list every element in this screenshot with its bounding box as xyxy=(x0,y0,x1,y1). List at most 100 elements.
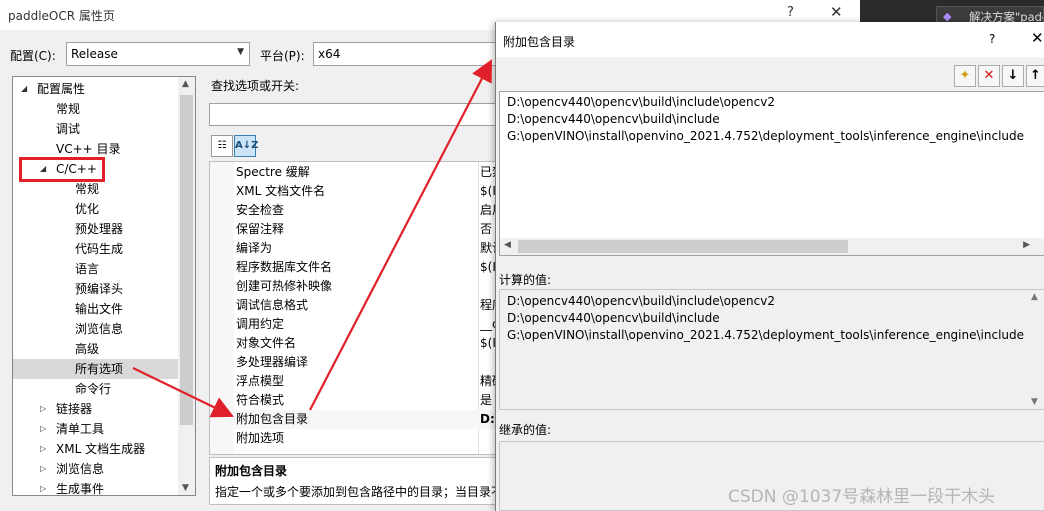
config-select[interactable]: Release ▼ xyxy=(66,42,250,66)
scroll-right-icon[interactable]: ▶ xyxy=(1023,240,1030,250)
tree-item[interactable]: 优化 xyxy=(13,199,179,219)
list-hscrollbar[interactable]: ◀ ▶ xyxy=(500,238,1044,255)
platform-select[interactable]: x64 xyxy=(313,42,503,66)
tree-item[interactable]: 预编译头 xyxy=(13,279,179,299)
scroll-up-icon[interactable]: ▲ xyxy=(182,79,189,89)
grid-row[interactable]: 附加选项 xyxy=(210,429,498,448)
tree-scrollbar[interactable]: ▲ ▼ xyxy=(178,77,195,495)
grid-row[interactable]: Spectre 缓解已禁 xyxy=(210,163,498,182)
sort-az-icon: A↓Z xyxy=(235,140,259,151)
grid-row[interactable]: 符合模式是 xyxy=(210,391,498,410)
list-item[interactable]: D:\opencv440\opencv\build\include xyxy=(507,111,720,128)
property-name: 多处理器编译 xyxy=(236,355,309,369)
tree-item[interactable]: 常规 xyxy=(13,179,179,199)
tree-item[interactable]: ▷ 清单工具 xyxy=(13,419,179,439)
property-grid[interactable]: Spectre 缓解已禁XML 文档文件名$(I安全检查启用保留注释否编译为默认… xyxy=(209,161,499,455)
grid-row[interactable]: 调用约定 __c xyxy=(210,315,498,334)
scroll-down-icon[interactable]: ▼ xyxy=(182,483,189,493)
collapsed-icon[interactable]: ▷ xyxy=(40,479,46,495)
tree-item[interactable]: 输出文件 xyxy=(13,299,179,319)
tree-item[interactable]: 常规 xyxy=(13,99,179,119)
tree-item[interactable]: 代码生成 xyxy=(13,239,179,259)
move-up-button[interactable]: ↑ xyxy=(1026,65,1044,87)
collapsed-icon[interactable]: ▷ xyxy=(40,419,46,439)
move-down-button[interactable]: ↓ xyxy=(1002,65,1024,87)
watermark: CSDN @1037号森林里一段干木头 xyxy=(728,487,996,507)
grid-row[interactable]: 程序数据库文件名 $(I xyxy=(210,258,498,277)
annotation-highlight-box xyxy=(19,157,105,182)
grid-row[interactable]: 多处理器编译 xyxy=(210,353,498,372)
tree-item[interactable]: ◢ 配置属性 xyxy=(13,79,179,99)
window-title: paddleOCR 属性页 xyxy=(8,9,115,23)
tree-item-label: 常规 xyxy=(56,102,81,116)
tree-item[interactable]: VC++ 目录 xyxy=(13,139,179,159)
grid-row[interactable]: 保留注释否 xyxy=(210,220,498,239)
tree-item-label: 清单工具 xyxy=(56,422,105,436)
search-label: 查找选项或开关: xyxy=(211,79,300,93)
scroll-thumb[interactable] xyxy=(180,95,193,425)
property-name: 符合模式 xyxy=(236,393,285,407)
alphabetical-sort-button[interactable]: A↓Z xyxy=(234,135,259,157)
platform-label: 平台(P): xyxy=(260,49,305,63)
expanded-icon[interactable]: ◢ xyxy=(21,79,27,99)
tree-item-label: 配置属性 xyxy=(37,82,86,96)
new-line-button[interactable]: ✦ xyxy=(954,65,976,87)
tree-item-label: 浏览信息 xyxy=(56,462,105,476)
tree-item[interactable]: ▷ 链接器 xyxy=(13,399,179,419)
grid-row[interactable]: 调试信息格式程序 xyxy=(210,296,498,315)
grid-row[interactable]: 创建可热修补映像 xyxy=(210,277,498,296)
computed-value: G:\openVINO\install\openvino_2021.4.752\… xyxy=(507,328,1025,342)
tree-item-label: 预编译头 xyxy=(75,282,124,296)
description-body: 指定一个或多个要添加到包含路径中的目录；当目录不 xyxy=(215,485,499,499)
dialog-title: 附加包含目录 xyxy=(503,35,576,49)
hscroll-thumb[interactable] xyxy=(518,240,848,253)
list-item[interactable]: D:\opencv440\opencv\build\include\opencv… xyxy=(507,94,775,111)
include-dirs-list[interactable]: D:\opencv440\opencv\build\include\opencv… xyxy=(499,91,1044,256)
include-dirs-dialog: 附加包含目录 ? ✕ ✦ ✕ ↓ ↑ D:\opencv440\opencv\b… xyxy=(495,22,1044,511)
tree-item-label: 命令行 xyxy=(75,382,112,396)
property-tree[interactable]: ▷ 生成事件 ▷ 浏览信息 ▷ XML 文档生成器 ▷ 清单工具 ▷ 链接器 命令行 所有选项 高级 浏览… xyxy=(12,76,196,496)
chevron-down-icon: ▼ xyxy=(237,47,244,57)
close-button[interactable]: ✕ xyxy=(830,3,843,21)
grid-row[interactable]: 编译为默认 xyxy=(210,239,498,258)
collapsed-icon[interactable]: ▷ xyxy=(40,439,46,459)
tree-item-label: 所有选项 xyxy=(75,362,124,376)
collapsed-icon[interactable]: ▷ xyxy=(40,399,46,419)
scroll-up-icon[interactable]: ▲ xyxy=(1031,292,1038,302)
help-button[interactable]: ? xyxy=(787,5,794,20)
tree-item[interactable]: 预处理器 xyxy=(13,219,179,239)
tree-item[interactable]: 语言 xyxy=(13,259,179,279)
categorized-view-button[interactable]: ☷ xyxy=(211,135,233,157)
description-heading: 附加包含目录 xyxy=(215,464,288,478)
scroll-left-icon[interactable]: ◀ xyxy=(504,240,511,250)
dialog-title-bar: 附加包含目录 ? ✕ xyxy=(496,22,1044,57)
tree-item[interactable]: ▷ 浏览信息 xyxy=(13,459,179,479)
grid-row[interactable]: 附加包含目录 D:\ xyxy=(210,410,498,429)
property-name: 调试信息格式 xyxy=(236,298,309,312)
grid-row[interactable]: 对象文件名 $(I xyxy=(210,334,498,353)
tree-item[interactable]: 高级 xyxy=(13,339,179,359)
tree-item[interactable]: ▷ XML 文档生成器 xyxy=(13,439,179,459)
computed-scrollbar[interactable]: ▲ ▼ xyxy=(1027,290,1044,409)
dialog-help-button[interactable]: ? xyxy=(989,32,995,46)
tree-item[interactable]: 所有选项 xyxy=(13,359,179,379)
collapsed-icon[interactable]: ▷ xyxy=(40,459,46,479)
scroll-down-icon[interactable]: ▼ xyxy=(1031,397,1038,407)
tree-item[interactable]: 浏览信息 xyxy=(13,319,179,339)
categorized-icon: ☷ xyxy=(217,140,227,151)
list-item[interactable]: G:\openVINO\install\openvino_2021.4.752\… xyxy=(507,128,1024,145)
grid-row[interactable]: XML 文档文件名 $(I xyxy=(210,182,498,201)
platform-value: x64 xyxy=(318,47,341,61)
dialog-close-button[interactable]: ✕ xyxy=(1031,29,1044,47)
delete-button[interactable]: ✕ xyxy=(978,65,1000,87)
config-value: Release xyxy=(71,47,118,61)
tree-item[interactable]: 命令行 xyxy=(13,379,179,399)
tree-item[interactable]: 调试 xyxy=(13,119,179,139)
search-input[interactable] xyxy=(209,103,499,126)
tree-item-label: 生成事件 xyxy=(56,482,105,496)
grid-row[interactable]: 安全检查启用 xyxy=(210,201,498,220)
tree-item-label: 浏览信息 xyxy=(75,322,124,336)
computed-value: D:\opencv440\opencv\build\include xyxy=(507,311,720,325)
tree-item[interactable]: ▷ 生成事件 xyxy=(13,479,179,496)
grid-row[interactable]: 浮点模型精确 xyxy=(210,372,498,391)
